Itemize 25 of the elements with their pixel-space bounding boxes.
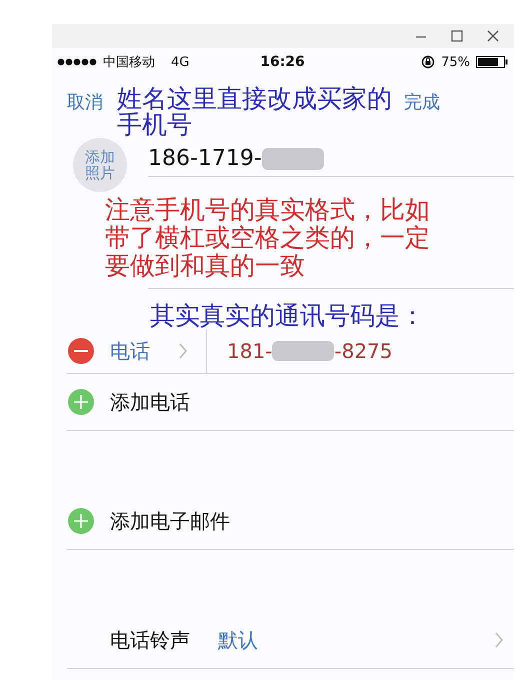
- close-icon[interactable]: [486, 29, 500, 43]
- status-time: 16:26: [260, 54, 305, 70]
- rotation-lock-icon: [421, 55, 436, 69]
- network-type: 4G: [171, 54, 190, 70]
- battery-percent: 75%: [441, 54, 470, 70]
- phone-label[interactable]: 电话: [110, 338, 150, 365]
- chevron-icon: [178, 342, 188, 360]
- annotation-text: 其实真实的通讯号码是：: [150, 303, 426, 330]
- signal-icon: [57, 57, 97, 67]
- phone-number[interactable]: 181-: [227, 339, 272, 364]
- annotation-text: 姓名这里直接改成买家的手机号: [117, 86, 392, 138]
- cancel-button[interactable]: 取消: [67, 90, 103, 114]
- chevron-icon: [494, 631, 504, 650]
- remove-icon[interactable]: [67, 337, 95, 366]
- phone-number[interactable]: -8275: [334, 339, 393, 364]
- battery-icon: [476, 56, 508, 68]
- add-field-label[interactable]: 添加电话: [110, 388, 190, 416]
- maximize-icon[interactable]: [450, 29, 464, 43]
- carrier-name: 中国移动: [103, 54, 155, 71]
- done-button[interactable]: 完成: [404, 90, 440, 114]
- ringtone-value[interactable]: 默认: [218, 626, 258, 654]
- ringtone-label: 电话铃声: [110, 626, 190, 654]
- add-field-label[interactable]: 添加电子邮件: [110, 508, 230, 535]
- name-field[interactable]: 186-1719-: [148, 141, 514, 177]
- annotation-text: 注意手机号的真实格式，比如带了横杠或空格之类的，一定要做到和真的一致: [105, 196, 430, 280]
